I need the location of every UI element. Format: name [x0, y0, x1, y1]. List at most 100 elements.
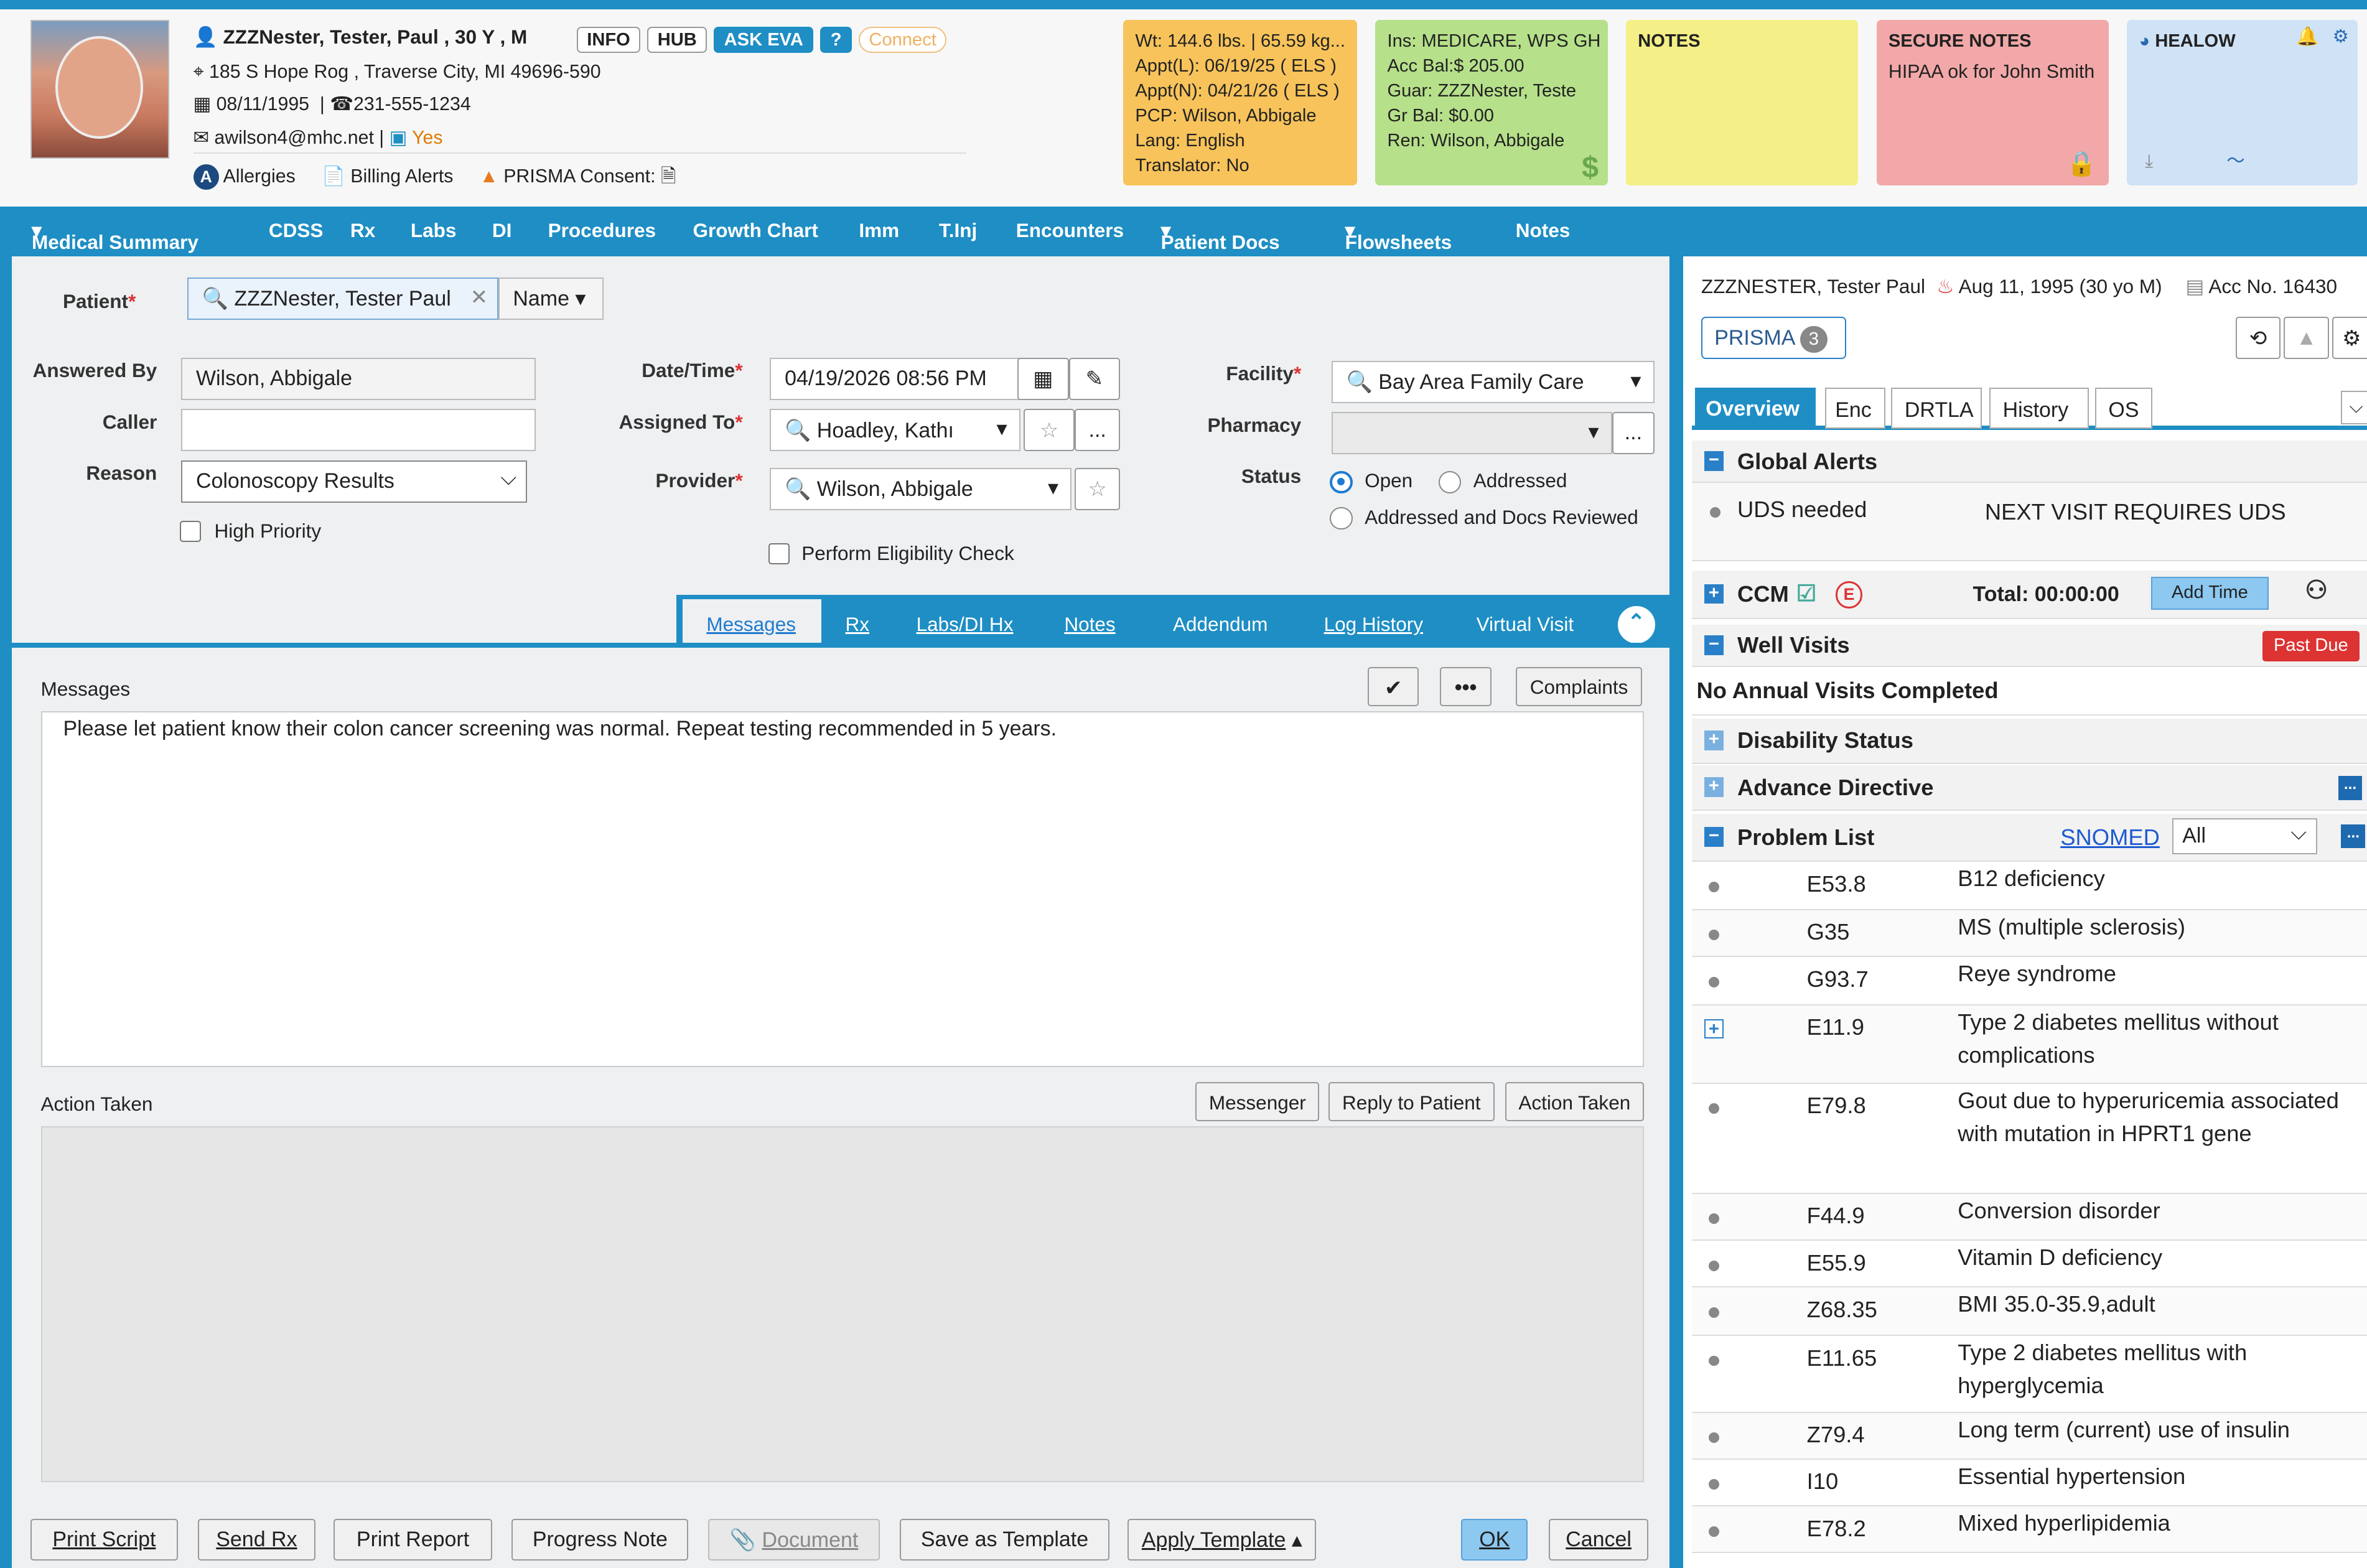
bell-icon[interactable]: 🔔: [2296, 24, 2318, 49]
warning-button[interactable]: ▲: [2284, 317, 2330, 360]
answered-by-field[interactable]: Wilson, Abbigale: [181, 357, 536, 400]
reply-to-patient-button[interactable]: Reply to Patient: [1328, 1082, 1495, 1122]
rp-tab-os[interactable]: OS: [2095, 388, 2153, 429]
pharmacy-more-button[interactable]: ...: [1612, 412, 1655, 455]
spellcheck-button[interactable]: ✔: [1367, 667, 1419, 707]
tab-messages[interactable]: Messages: [706, 613, 796, 636]
healow-card[interactable]: ◕ HEALOW 🔔 ⚙ ⤓ 〜: [2127, 19, 2358, 186]
help-button[interactable]: ?: [820, 27, 852, 54]
status-addressed-radio[interactable]: [1438, 470, 1462, 494]
collapse-chevron-icon[interactable]: ⌃: [1615, 604, 1658, 646]
nav-flowsheets[interactable]: Flowsheets ▾: [1345, 219, 1452, 253]
nav-procedures[interactable]: Procedures: [548, 219, 656, 242]
messages-textarea[interactable]: Please let patient know their colon canc…: [40, 711, 1644, 1068]
name-dropdown[interactable]: Name ▾: [498, 278, 604, 320]
nav-notes[interactable]: Notes: [1516, 219, 1571, 242]
nav-labs[interactable]: Labs: [411, 219, 457, 242]
more-options-button[interactable]: •••: [1440, 667, 1492, 707]
caller-field[interactable]: [181, 409, 536, 452]
history-button[interactable]: ⟲: [2235, 317, 2281, 360]
problem-row[interactable]: E78.2 Mixed hyperlipidemia: [1692, 1506, 2367, 1554]
rp-tab-overview[interactable]: Overview: [1695, 388, 1816, 429]
problem-row[interactable]: Z68.35 BMI 35.0-35.9,adult: [1692, 1287, 2367, 1336]
rp-tab-drtla[interactable]: DRTLA: [1891, 388, 1982, 429]
collapse-minus-icon[interactable]: −: [1704, 635, 1724, 655]
action-taken-textarea[interactable]: [40, 1126, 1644, 1483]
problem-list-section[interactable]: − Problem List SNOMED All ⌵ ...: [1692, 813, 2367, 862]
patient-email[interactable]: awilson4@mhc.net: [214, 128, 374, 148]
problem-row[interactable]: E11.65 Type 2 diabetes mellitus with hype…: [1692, 1336, 2367, 1413]
messenger-button[interactable]: Messenger: [1195, 1082, 1320, 1122]
global-alerts-section[interactable]: − Global Alerts: [1692, 441, 2367, 483]
edit-datetime-button[interactable]: ✎: [1068, 357, 1121, 400]
tab-addendum[interactable]: Addendum: [1173, 613, 1268, 636]
document-button[interactable]: 📎 Document: [707, 1518, 880, 1561]
nav-rx[interactable]: Rx: [350, 219, 375, 242]
ok-button[interactable]: OK: [1461, 1518, 1528, 1561]
problem-row[interactable]: Z79.4 Long term (current) use of insulin: [1692, 1412, 2367, 1460]
advance-directive-section[interactable]: + Advance Directive...: [1692, 765, 2367, 811]
problem-row[interactable]: E53.8 B12 deficiency: [1692, 862, 2367, 910]
problem-filter-select[interactable]: All ⌵: [2172, 818, 2317, 855]
connect-button[interactable]: Connect: [858, 27, 947, 54]
prisma-button[interactable]: PRISMA 3: [1701, 317, 1846, 360]
expand-plus-icon[interactable]: +: [1704, 730, 1724, 750]
trend-icon[interactable]: 〜: [2226, 149, 2244, 174]
insurance-card[interactable]: Ins: MEDICARE, WPS GH Acc Bal:$ 205.00 G…: [1375, 19, 1608, 186]
eligibility-checkbox[interactable]: [768, 543, 790, 565]
vitals-card[interactable]: Wt: 144.6 lbs. | 65.59 kg... Appt(L): 06…: [1123, 19, 1357, 186]
collapse-minus-icon[interactable]: −: [1704, 827, 1724, 847]
billing-alerts-link[interactable]: Billing Alerts: [350, 166, 453, 187]
hub-button[interactable]: HUB: [647, 27, 707, 54]
print-report-button[interactable]: Print Report: [334, 1518, 492, 1561]
patient-field[interactable]: 🔍 ZZZNester, Tester Paul ✕: [187, 278, 498, 320]
clear-patient-icon[interactable]: ✕: [470, 285, 488, 310]
complaints-button[interactable]: Complaints: [1515, 667, 1643, 707]
collapse-minus-icon[interactable]: −: [1704, 451, 1724, 471]
notes-card[interactable]: NOTES: [1625, 19, 1859, 186]
problem-row[interactable]: E79.8 Gout due to hyperuricemia associate…: [1692, 1084, 2367, 1194]
nav-cdss[interactable]: CDSS: [269, 219, 324, 242]
well-visits-section[interactable]: − Well Visits Past Due: [1692, 625, 2367, 668]
download-icon[interactable]: ⤓: [2145, 149, 2153, 174]
datetime-field[interactable]: 04/19/2026 08:56 PM: [770, 357, 1020, 400]
status-reviewed-radio[interactable]: [1330, 507, 1353, 530]
provider-favorite-button[interactable]: ☆: [1075, 468, 1121, 510]
nav-di[interactable]: DI: [492, 219, 512, 242]
cancel-button[interactable]: Cancel: [1549, 1518, 1649, 1561]
consent-doc-icon[interactable]: 🗎: [661, 166, 676, 187]
rp-tab-enc[interactable]: Enc: [1824, 388, 1885, 429]
tab-labs-di[interactable]: Labs/DI Hx: [917, 613, 1014, 636]
settings-button[interactable]: ⚙: [2332, 317, 2367, 360]
nav-imm[interactable]: Imm: [859, 219, 899, 242]
problem-row[interactable]: E55.9 Vitamin D deficiency: [1692, 1241, 2367, 1288]
ask-eva-button[interactable]: ASK EVA: [714, 27, 814, 54]
problem-row[interactable]: G93.7 Reye syndrome: [1692, 957, 2367, 1006]
reason-field[interactable]: Colonoscopy Results ⌵: [181, 460, 527, 503]
tab-log-history[interactable]: Log History: [1324, 613, 1423, 636]
pharmacy-field[interactable]: ▾: [1331, 412, 1612, 455]
action-taken-button[interactable]: Action Taken: [1505, 1082, 1644, 1122]
assigned-more-button[interactable]: ...: [1075, 409, 1121, 452]
problem-row[interactable]: F44.9 Conversion disorder: [1692, 1193, 2367, 1241]
apply-template-button[interactable]: Apply Template ▴: [1127, 1518, 1317, 1561]
problem-row[interactable]: + E11.9 Type 2 diabetes mellitus without c…: [1692, 1005, 2367, 1084]
calendar-button[interactable]: ▦: [1017, 357, 1069, 400]
print-script-button[interactable]: Print Script: [30, 1518, 179, 1561]
rp-tab-dropdown[interactable]: ⌵: [2341, 391, 2367, 424]
rp-tab-history[interactable]: History: [1989, 388, 2089, 429]
prisma-consent-link[interactable]: PRISMA Consent:: [503, 166, 655, 187]
info-button[interactable]: INFO: [576, 27, 641, 54]
expand-plus-icon[interactable]: +: [1704, 777, 1724, 797]
send-rx-button[interactable]: Send Rx: [197, 1518, 316, 1561]
nav-patient-docs[interactable]: Patient Docs ▾: [1161, 219, 1280, 253]
nav-tinj[interactable]: T.Inj: [939, 219, 977, 242]
add-time-button[interactable]: Add Time: [2150, 576, 2269, 610]
advance-more-button[interactable]: ...: [2338, 775, 2363, 800]
allergies-link[interactable]: Allergies: [223, 166, 296, 187]
assigned-field[interactable]: 🔍 Hoadley, Kathı ▾: [770, 409, 1020, 452]
expand-plus-icon[interactable]: +: [1704, 1019, 1724, 1039]
disability-section[interactable]: + Disability Status: [1692, 718, 2367, 764]
tab-rx[interactable]: Rx: [846, 613, 870, 636]
tab-virtual-visit[interactable]: Virtual Visit: [1477, 613, 1574, 636]
